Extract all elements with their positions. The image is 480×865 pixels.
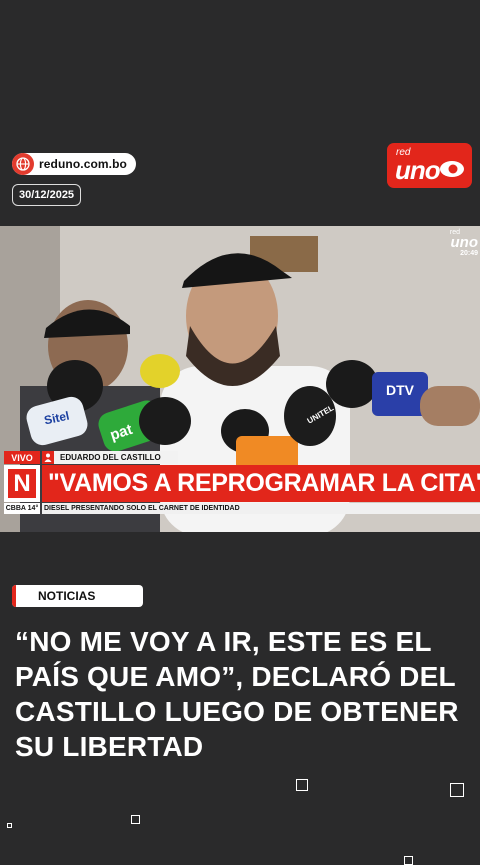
article-title: “NO ME VOY A IR, ESTE ES EL PAÍS QUE AMO…: [15, 626, 459, 762]
speaker-name: EDUARDO DEL CASTILLO: [60, 453, 161, 462]
site-url: reduno.com.bo: [39, 157, 127, 171]
logo-eye-icon: [440, 161, 464, 177]
category-label: NOTICIAS: [38, 589, 96, 603]
globe-icon: [12, 153, 34, 175]
live-badge: VIVO: [4, 451, 40, 464]
video-headline: "VAMOS A REPROGRAMAR LA CITA": [48, 469, 480, 497]
publish-date: 30/12/2025: [12, 184, 82, 206]
red-uno-logo: red uno: [387, 143, 472, 188]
logo-uno-text: uno: [395, 155, 441, 185]
person-icon: [42, 451, 54, 464]
news-ticker: DIESEL PRESENTANDO SOLO EL CARNET DE IDE…: [42, 503, 480, 514]
category-accent: [12, 585, 16, 607]
mic-label-dtv: DTV: [386, 382, 414, 398]
weather-label: CBBA 14°: [4, 503, 40, 514]
channel-n-letter: N: [8, 469, 36, 498]
category-tag[interactable]: NOTICIAS: [12, 585, 143, 607]
channel-watermark: red uno 20:49: [444, 229, 478, 257]
watermark-uno: uno: [450, 234, 479, 251]
decor-square: [7, 823, 12, 828]
site-url-pill[interactable]: reduno.com.bo: [12, 153, 136, 175]
channel-n-logo: N: [4, 465, 40, 502]
headline-bar: "VAMOS A REPROGRAMAR LA CITA": [42, 465, 480, 502]
decor-square: [131, 815, 140, 824]
video-clock: 20:49: [460, 250, 478, 257]
decor-square: [296, 779, 308, 791]
decor-square: [450, 783, 464, 797]
speaker-namebar: EDUARDO DEL CASTILLO: [42, 451, 178, 464]
